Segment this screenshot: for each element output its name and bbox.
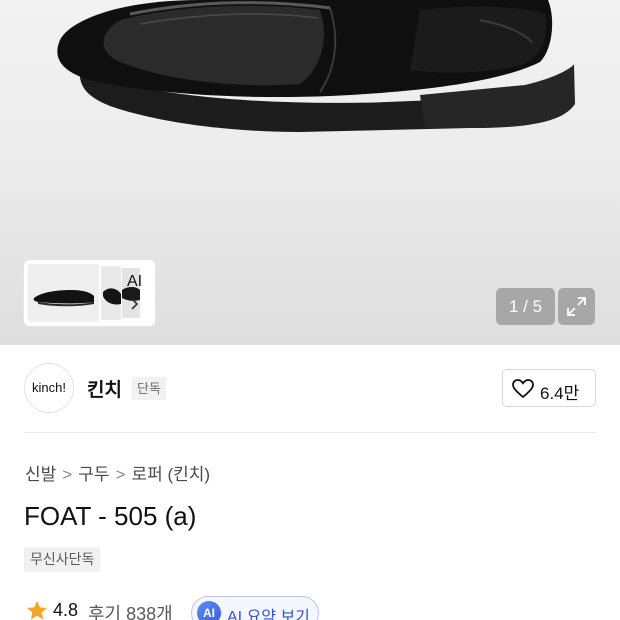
brand-logo[interactable]: kinch! <box>24 363 74 413</box>
product-image-gallery[interactable]: AI 1 / 5 <box>0 0 620 345</box>
exclusive-badge: 단독 <box>132 377 166 400</box>
breadcrumb-item-dress-shoes[interactable]: 구두 <box>78 465 109 484</box>
image-counter: 1 / 5 <box>496 288 555 325</box>
like-count: 6.4만 <box>540 384 580 403</box>
thumbnail-1[interactable] <box>28 264 99 322</box>
breadcrumb-item-shoes[interactable]: 신발 <box>25 465 56 484</box>
breadcrumb: 신발 > 구두 > 로퍼 (킨치) <box>25 460 210 485</box>
brand-name[interactable]: 킨치 <box>87 375 122 402</box>
expand-icon <box>567 297 586 316</box>
breadcrumb-item-loafers[interactable]: 로퍼 (킨치) <box>131 465 210 484</box>
section-divider <box>24 432 596 433</box>
ai-badge-icon: AI <box>197 601 221 620</box>
thumbnail-2[interactable] <box>101 266 121 320</box>
musinsa-exclusive-badge: 무신사단독 <box>24 547 101 572</box>
heart-icon <box>512 379 534 399</box>
rating-value: 4.8 <box>53 600 79 620</box>
chevron-right-icon: > <box>115 465 126 484</box>
expand-button[interactable] <box>558 288 595 325</box>
thumbnail-strip[interactable] <box>24 260 155 326</box>
product-title: FOAT - 505 (a) <box>24 501 197 531</box>
ai-summary-button[interactable]: AI AI 요약 보기 <box>191 596 319 620</box>
review-count-link[interactable]: 후기 838개 <box>88 600 173 620</box>
star-icon <box>27 601 47 620</box>
like-button[interactable]: 6.4만 <box>502 369 596 407</box>
ai-summary-label: AI 요약 보기 <box>227 609 310 620</box>
thumbnail-ai-label[interactable]: AI <box>127 273 142 291</box>
chevron-right-icon: > <box>62 465 73 484</box>
chevron-right-icon[interactable] <box>130 297 140 315</box>
